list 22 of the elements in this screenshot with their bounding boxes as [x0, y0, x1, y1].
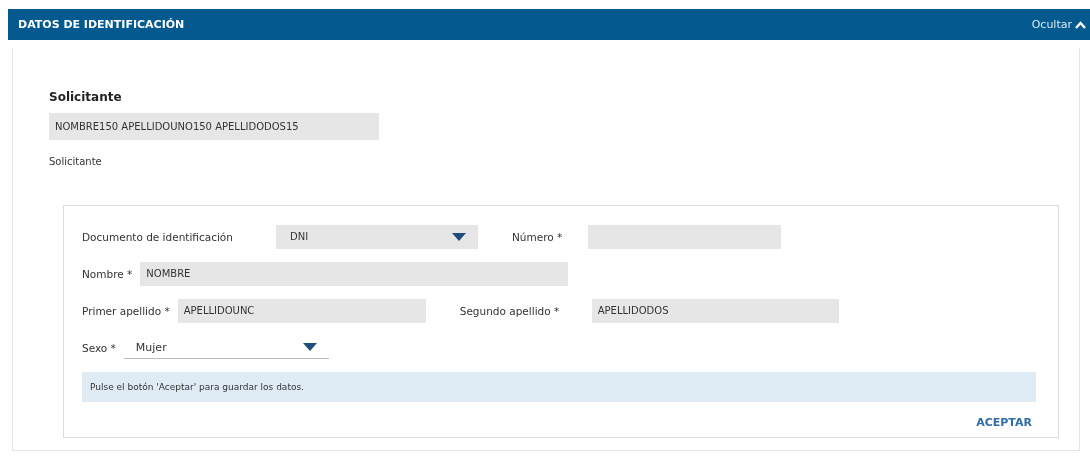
field-label: Primer apellido *	[82, 304, 170, 317]
info-message: Pulse el botón 'Aceptar' para guardar los datos.	[82, 372, 1036, 402]
dropdown-icon	[302, 343, 317, 351]
chevron-icon	[1075, 20, 1086, 29]
surname-field[interactable]: APELLIDODOS	[591, 298, 839, 323]
field-label: Documento de identificación	[82, 230, 234, 243]
section-title: DATOS DE IDENTIFICACIÓN	[18, 18, 185, 31]
field-label: Nombre *	[82, 267, 133, 280]
field-label: Número *	[512, 230, 564, 243]
accept-button[interactable]: ACEPTAR	[976, 416, 1032, 429]
field-label: Sexo *	[82, 341, 116, 354]
hide-toggle[interactable]: Ocultar	[1031, 18, 1086, 31]
applicant-caption: Solicitante	[49, 156, 103, 167]
number-field[interactable]	[588, 224, 781, 249]
surname-field[interactable]: APELLIDOUNC	[177, 298, 426, 323]
field-label: Segundo apellido *	[459, 304, 561, 317]
name-field[interactable]: NOMBRE	[140, 261, 569, 286]
applicant-heading: Solicitante	[49, 90, 123, 104]
dropdown-icon	[452, 232, 466, 241]
applicant-field: NOMBRE150 APELLIDOUNO150 APELLIDODOS15	[49, 113, 379, 140]
document-select[interactable]: DNI	[276, 224, 478, 249]
sex-select[interactable]: Mujer	[123, 336, 329, 359]
